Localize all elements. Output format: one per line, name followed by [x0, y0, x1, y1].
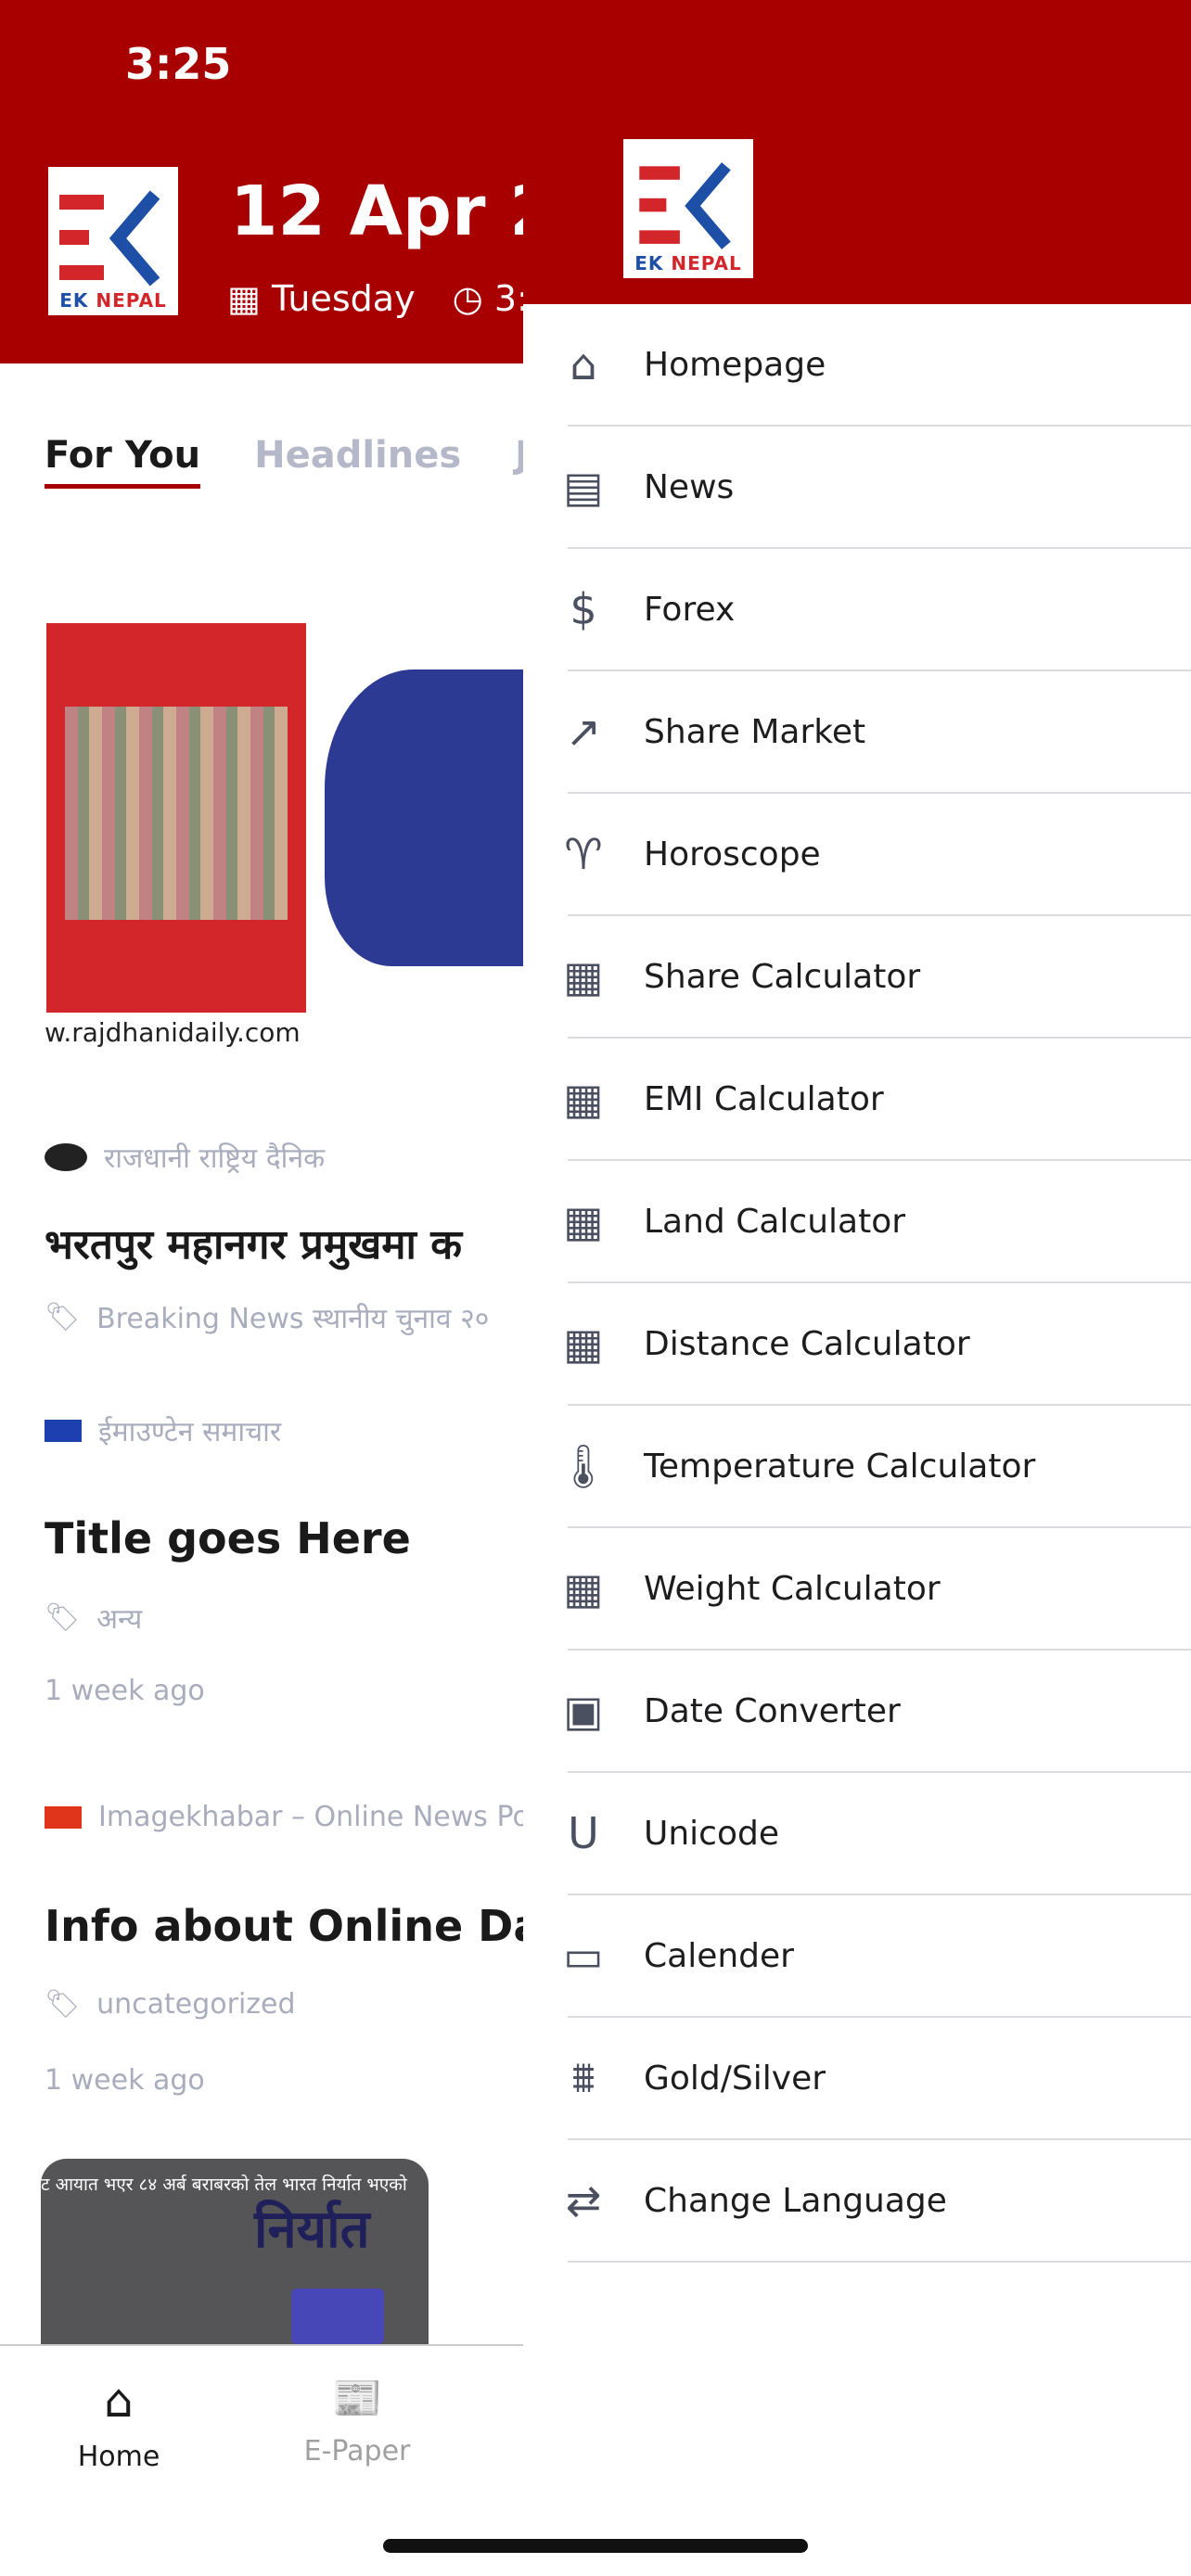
menu-item-temperature-calculator[interactable]: 🌡 Temperature Calculator [557, 1406, 1191, 1528]
home-indicator [383, 2539, 808, 2553]
menu-item-share-calculator[interactable]: ▦ Share Calculator [563, 916, 1191, 1039]
article-title[interactable]: Info about Online Dati [45, 1901, 523, 1951]
ek-nepal-logo: EK NEPAL [623, 139, 753, 278]
gold-bars-icon: ⩩ [571, 2052, 596, 2102]
menu-item-forex[interactable]: $ Forex [568, 549, 1191, 671]
article-tags: 🏷 Breaking News स्थानीय चुनाव २० [45, 1301, 490, 1335]
menu-item-gold-silver[interactable]: ⩩ Gold/Silver [568, 2018, 1191, 2140]
swap-arrows-icon: ⇄ [565, 2175, 602, 2225]
newspaper-icon: ▤ [563, 462, 604, 512]
tab-for-you[interactable]: For You [45, 434, 201, 489]
home-icon: ⌂ [104, 2374, 134, 2428]
calculator-icon: ▦ [563, 1074, 604, 1124]
ek-nepal-logo: EK NEPAL [48, 167, 178, 315]
category-tabs: For You Headlines Ju [45, 434, 523, 489]
article-source: Imagekhabar – Online News Po [45, 1801, 523, 1833]
image-caption: w.rajdhanidaily.com [45, 1017, 301, 1048]
menu-item-horoscope[interactable]: ♈ Horoscope [564, 794, 1191, 916]
calculator-icon: ▦ [563, 1319, 604, 1369]
tag-icon: 🏷 [45, 1301, 81, 1333]
source-logo-icon [45, 1142, 87, 1171]
calendar-19-icon: ▣ [563, 1686, 604, 1736]
calculator-icon: ▦ [563, 1563, 604, 1613]
article-source: राजधानी राष्ट्रिय दैनिक [45, 1138, 325, 1176]
home-icon: ⌂ [570, 339, 597, 389]
source-logo-icon [45, 1419, 82, 1442]
menu-item-news[interactable]: ▤ News [563, 427, 1191, 549]
menu-item-share-market[interactable]: ↗ Share Market [566, 671, 1191, 794]
menu-item-date-converter[interactable]: ▣ Date Converter [563, 1651, 1191, 1773]
unicode-icon: U [568, 1808, 599, 1858]
newspaper-icon: 📰 [331, 2375, 383, 2422]
article-time: 1 week ago [45, 1675, 205, 1707]
truck-illustration [291, 2289, 384, 2344]
source-logo-icon [45, 1805, 82, 1829]
tag-icon: 🏷 [45, 1988, 81, 2021]
drawer-header: EK NEPAL [523, 0, 1191, 304]
calculator-icon: ▦ [563, 1196, 604, 1246]
aries-icon: ♈ [564, 829, 603, 879]
nav-e-paper[interactable]: 📰 E-Paper [278, 2374, 436, 2468]
menu-item-change-language[interactable]: ⇄ Change Language [566, 2140, 1191, 2263]
menu-item-weight-calculator[interactable]: ▦ Weight Calculator [563, 1528, 1191, 1651]
chart-line-icon: ↗ [565, 707, 602, 757]
menu-item-emi-calculator[interactable]: ▦ EMI Calculator [563, 1039, 1191, 1161]
article-title[interactable]: Title goes Here [45, 1513, 411, 1563]
nav-home[interactable]: ⌂ Home [56, 2374, 182, 2473]
menu-item-calender[interactable]: ▭ Calender [563, 1895, 1191, 2018]
menu-item-land-calculator[interactable]: ▦ Land Calculator [563, 1161, 1191, 1283]
dollar-icon: $ [570, 584, 597, 634]
weekday: ▦ Tuesday [227, 278, 416, 319]
feed[interactable]: For You Headlines Ju w.rajdhanidaily.com… [0, 363, 523, 2344]
article-time: 1 week ago [45, 2064, 205, 2097]
article-tags: 🏷 uncategorized [45, 1988, 296, 2021]
article-source: ईमाउण्टेन समाचार [45, 1411, 281, 1449]
article-title[interactable]: भरतपुर महानगर प्रमुखमा क [45, 1215, 462, 1270]
tag-icon: 🏷 [45, 1601, 81, 1634]
tab-ju[interactable]: Ju [515, 434, 523, 489]
article-card-image[interactable]: ट आयात भएर ८४ अर्ब बराबरको तेल भारत निर्… [41, 2159, 429, 2344]
menu-item-homepage[interactable]: ⌂ Homepage [568, 304, 1191, 427]
calendar-icon: ▭ [563, 1931, 604, 1981]
article-tags: 🏷 अन्य [45, 1601, 143, 1636]
featured-image[interactable] [46, 623, 523, 1013]
menu-item-distance-calculator[interactable]: ▦ Distance Calculator [563, 1283, 1191, 1406]
calculator-icon: ▦ [563, 951, 604, 1001]
status-time: 3:25 [125, 39, 232, 89]
menu-item-unicode[interactable]: U Unicode [568, 1773, 1191, 1895]
thermometer-calculator-icon: 🌡 [556, 1440, 611, 1491]
side-drawer-menu: ⌂ Homepage ▤ News $ Forex ↗ Share Market ♈ Horosc… [523, 304, 1191, 2576]
tab-headlines[interactable]: Headlines [254, 434, 461, 489]
